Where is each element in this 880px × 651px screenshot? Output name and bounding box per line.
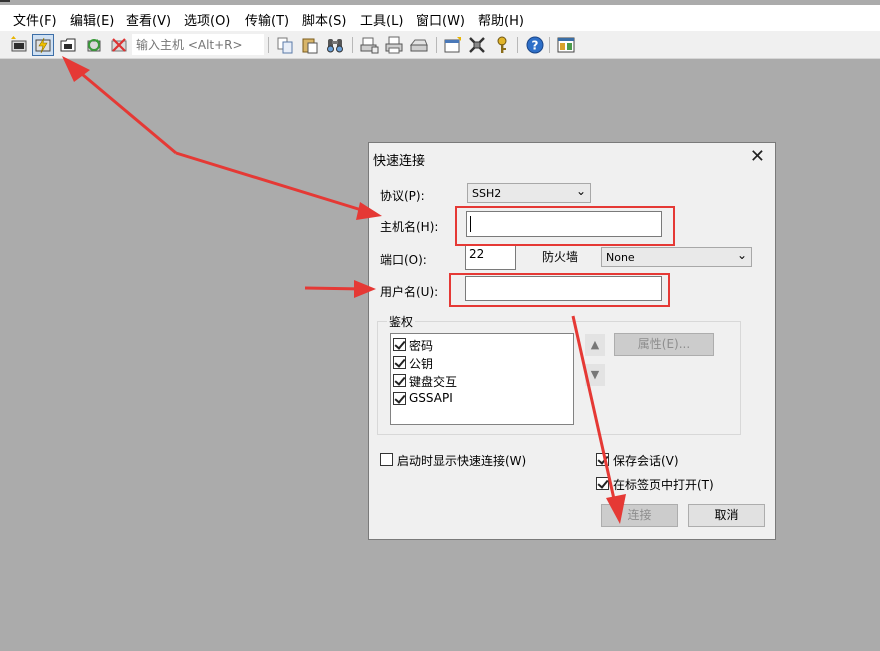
check-icon (597, 453, 609, 465)
hostname-label: 主机名(H): (380, 220, 439, 234)
connect-icon[interactable] (9, 35, 29, 55)
menu-options[interactable]: 选项(O) (184, 10, 230, 29)
username-label: 用户名(U): (380, 285, 439, 299)
menu-transfer[interactable]: 传输(T) (245, 10, 289, 29)
auth-item-label: 键盘交互 (409, 375, 458, 389)
open-in-tab-checkbox[interactable] (596, 477, 609, 490)
properties-button[interactable]: 属性(E)... (614, 333, 714, 356)
port-value: 22 (469, 247, 485, 261)
dialog-title: 快速连接 (373, 154, 426, 169)
checkbox[interactable] (393, 338, 406, 351)
triangle-down-icon: ▼ (590, 368, 600, 381)
auth-group-label: 鉴权 (387, 313, 416, 330)
firewall-value: None (606, 251, 635, 264)
open-in-tab-label: 在标签页中打开(T) (613, 478, 714, 492)
annotation-arrow-toolbar (69, 62, 177, 155)
firewall-select[interactable]: None ⌄ (601, 247, 752, 267)
save-session-label: 保存会话(V) (613, 454, 679, 468)
firewall-label: 防火墙 (542, 250, 579, 264)
paste-icon[interactable] (300, 35, 320, 55)
checkbox[interactable] (393, 392, 406, 405)
session-options-icon[interactable] (443, 35, 463, 55)
host-input[interactable] (132, 34, 264, 55)
about-icon[interactable] (556, 35, 576, 55)
annotation-arrow-username (304, 286, 365, 291)
check-icon (394, 374, 406, 386)
annotation-box-hostname (455, 206, 675, 246)
menu-bar: 文件(F) 编辑(E) 查看(V) 选项(O) 传输(T) 脚本(S) 工具(L… (0, 5, 880, 31)
checkbox[interactable] (393, 374, 406, 387)
show-on-startup-checkbox[interactable] (380, 453, 393, 466)
auth-item-label: 公钥 (409, 357, 434, 371)
key-agent-icon[interactable] (492, 35, 512, 55)
connect-button[interactable]: 连接 (601, 504, 678, 527)
toolbar-separator (352, 37, 353, 53)
menu-file[interactable]: 文件(F) (13, 10, 57, 29)
keymap-icon[interactable] (467, 35, 487, 55)
annotation-arrowhead-toolbar (62, 56, 90, 82)
auth-item-label: 密码 (409, 339, 434, 353)
copy-icon[interactable] (275, 35, 295, 55)
find-icon[interactable] (325, 35, 345, 55)
disconnect-icon[interactable] (109, 35, 129, 55)
port-input[interactable]: 22 (465, 244, 516, 270)
chevron-down-icon: ⌄ (736, 248, 747, 262)
show-on-startup-label: 启动时显示快速连接(W) (397, 454, 527, 468)
annotation-arrow-hostname (175, 151, 369, 214)
triangle-up-icon: ▲ (590, 338, 600, 351)
check-icon (597, 477, 609, 489)
toolbar-separator (436, 37, 437, 53)
protocol-select[interactable]: SSH2 ⌄ (467, 183, 591, 203)
svg-text:?: ? (532, 39, 539, 53)
protocol-value: SSH2 (472, 187, 502, 200)
menu-edit[interactable]: 编辑(E) (70, 10, 114, 29)
toolbar-separator (549, 37, 550, 53)
cancel-button[interactable]: 取消 (688, 504, 765, 527)
reconnect-icon[interactable] (84, 35, 104, 55)
auth-list[interactable]: 密码 公钥 键盘交互 GSSAPI (390, 333, 574, 425)
quick-connect-icon[interactable] (32, 34, 54, 56)
chevron-down-icon: ⌄ (575, 184, 586, 198)
menu-help[interactable]: 帮助(H) (478, 10, 524, 29)
menu-window[interactable]: 窗口(W) (416, 10, 465, 29)
save-session-checkbox[interactable] (596, 453, 609, 466)
menu-view[interactable]: 查看(V) (126, 10, 171, 29)
port-label: 端口(O): (380, 253, 427, 267)
auth-item-label: GSSAPI (409, 391, 453, 405)
move-up-button[interactable]: ▲ (585, 334, 605, 356)
print-setup-icon[interactable] (359, 35, 379, 55)
toolbar-separator (268, 37, 269, 53)
protocol-label: 协议(P): (380, 189, 425, 203)
close-icon[interactable]: ✕ (750, 147, 765, 167)
connect-tab-icon[interactable] (58, 35, 78, 55)
quick-connect-dialog: 快速连接 ✕ 协议(P): SSH2 ⌄ 主机名(H): 端口(O): 22 防… (368, 142, 776, 540)
check-icon (394, 356, 406, 368)
menu-tools[interactable]: 工具(L) (360, 10, 403, 29)
checkbox[interactable] (393, 356, 406, 369)
printer-icon[interactable] (409, 35, 429, 55)
print-icon[interactable] (384, 35, 404, 55)
toolbar-separator (517, 37, 518, 53)
menu-script[interactable]: 脚本(S) (302, 10, 346, 29)
annotation-box-username (449, 273, 670, 307)
help-icon[interactable]: ? (525, 35, 545, 55)
check-icon (394, 392, 406, 404)
check-icon (394, 338, 406, 350)
move-down-button[interactable]: ▼ (585, 364, 605, 386)
